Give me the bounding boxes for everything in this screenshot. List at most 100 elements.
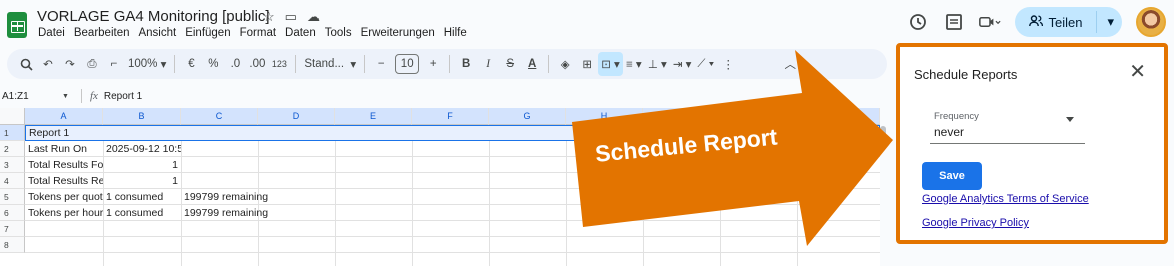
font-size-increase-button[interactable]: + <box>422 52 444 76</box>
cell-b6[interactable]: 1 consumed <box>103 205 181 221</box>
column-header-b[interactable]: B <box>103 108 181 125</box>
menu-item-hilfe[interactable]: Hilfe <box>443 27 468 39</box>
number-format-button[interactable]: 123 <box>268 52 290 76</box>
column-header-a[interactable]: A <box>25 108 103 125</box>
column-header-e[interactable]: E <box>335 108 412 125</box>
row-header-7[interactable]: 7 <box>0 221 25 237</box>
vertical-align-icon[interactable]: ⊥ ▾ <box>645 52 670 76</box>
frequency-label: Frequency <box>934 111 979 122</box>
table-row[interactable] <box>25 237 880 253</box>
row-header-5[interactable]: 5 <box>0 189 25 205</box>
horizontal-align-icon[interactable]: ≡ ▾ <box>623 52 645 76</box>
cell-a5[interactable]: Tokens per quot <box>25 189 103 205</box>
strikethrough-button[interactable]: S <box>499 52 521 76</box>
ga-terms-link[interactable]: Google Analytics Terms of Service <box>922 193 1089 205</box>
menu-item-bearbeiten[interactable]: Bearbeiten <box>73 27 131 39</box>
font-family-value: Stand... <box>304 58 345 70</box>
table-row[interactable] <box>25 221 880 237</box>
top-right-actions: Teilen ▾ <box>907 7 1166 37</box>
row-header-4[interactable]: 4 <box>0 173 25 189</box>
close-icon[interactable]: ✕ <box>1129 62 1146 82</box>
formula-input[interactable]: Report 1 <box>104 91 142 102</box>
move-folder-icon[interactable]: ▭ <box>285 9 297 25</box>
menu-item-daten[interactable]: Daten <box>284 27 317 39</box>
search-menus-icon[interactable] <box>15 52 37 76</box>
select-all-corner[interactable] <box>0 108 25 125</box>
formula-divider <box>80 89 82 103</box>
chevron-down-icon[interactable] <box>1066 117 1074 122</box>
row-header-3[interactable]: 3 <box>0 157 25 173</box>
cell-a4[interactable]: Total Results Re <box>25 173 103 189</box>
text-color-button[interactable]: A <box>521 52 543 76</box>
italic-button[interactable]: I <box>477 52 499 76</box>
font-size-decrease-button[interactable]: − <box>370 52 392 76</box>
cell-a1[interactable]: Report 1 <box>26 125 226 141</box>
comments-icon[interactable] <box>943 11 965 33</box>
cell-c5[interactable]: 199799 remaining <box>181 189 291 205</box>
currency-format-button[interactable]: € <box>180 52 202 76</box>
menu-item-einfuegen[interactable]: Einfügen <box>184 27 231 39</box>
decrease-decimals-button[interactable]: .0 <box>224 52 246 76</box>
cell-a2[interactable]: Last Run On <box>25 141 103 157</box>
fill-color-icon[interactable]: ◈ <box>554 52 576 76</box>
print-icon[interactable]: ⎙ <box>81 52 103 76</box>
cell-b4[interactable]: 1 <box>103 173 181 189</box>
toolbar: ↶ ↷ ⎙ ⌐ 100% ▾ € % .0 .00 123 Stand... ▾… <box>7 49 887 79</box>
text-wrapping-icon[interactable]: ⇥ ▾ <box>670 52 695 76</box>
column-header-h[interactable]: H <box>566 108 643 125</box>
menu-item-datei[interactable]: Datei <box>37 27 66 39</box>
cell-c6[interactable]: 199799 remaining <box>181 205 291 221</box>
menu-item-format[interactable]: Format <box>239 27 277 39</box>
cell-b3[interactable]: 1 <box>103 157 181 173</box>
font-family-select[interactable]: Stand... ▾ <box>301 52 359 76</box>
column-header-c[interactable]: C <box>181 108 258 125</box>
menu-item-tools[interactable]: Tools <box>324 27 353 39</box>
font-size-input[interactable]: 10 <box>395 54 420 74</box>
avatar[interactable] <box>1136 7 1166 37</box>
bold-button[interactable]: B <box>455 52 477 76</box>
cell-a3[interactable]: Total Results Fo <box>25 157 103 173</box>
collapse-menus-icon[interactable]: ︿ <box>779 52 801 76</box>
schedule-reports-panel: Schedule Reports ✕ Frequency never Save … <box>896 43 1168 244</box>
menu-item-erweiterungen[interactable]: Erweiterungen <box>360 27 436 39</box>
document-title[interactable]: VORLAGE GA4 Monitoring [public] <box>37 8 270 25</box>
cell-b2[interactable]: 2025-09-12 10:5 <box>103 141 181 157</box>
more-options-icon[interactable]: ⋮ <box>717 52 739 76</box>
column-header-d[interactable]: D <box>258 108 335 125</box>
redo-icon[interactable]: ↷ <box>59 52 81 76</box>
save-button[interactable]: Save <box>922 162 982 190</box>
privacy-policy-link[interactable]: Google Privacy Policy <box>922 217 1029 229</box>
cloud-status-icon[interactable]: ☁ <box>307 9 320 25</box>
cell-a6[interactable]: Tokens per hour <box>25 205 103 221</box>
star-icon[interactable]: ☆ <box>263 9 275 25</box>
text-rotation-icon[interactable]: ⟋ ▾ <box>694 52 717 76</box>
menu-item-ansicht[interactable]: Ansicht <box>137 27 177 39</box>
row-header-2[interactable]: 2 <box>0 141 25 157</box>
people-icon <box>1028 14 1043 30</box>
frequency-select[interactable]: never <box>934 125 964 139</box>
function-icon: fx <box>89 90 98 102</box>
merge-cells-icon[interactable]: ⊡ ▾ <box>598 52 623 76</box>
meet-icon[interactable] <box>978 11 1001 33</box>
name-box[interactable]: A1:Z1 <box>0 91 62 102</box>
cell-b5[interactable]: 1 consumed <box>103 189 181 205</box>
row-header-1[interactable]: 1 <box>0 125 25 141</box>
frequency-underline <box>930 143 1085 144</box>
column-header-f[interactable]: F <box>412 108 489 125</box>
borders-icon[interactable]: ⊞ <box>576 52 598 76</box>
name-box-dropdown-icon[interactable]: ▼ <box>62 93 69 100</box>
zoom-select[interactable]: 100% ▾ <box>125 52 169 76</box>
sheets-logo-icon[interactable] <box>7 12 27 38</box>
undo-icon[interactable]: ↶ <box>37 52 59 76</box>
column-header-more[interactable] <box>643 108 880 125</box>
paint-format-icon[interactable]: ⌐ <box>103 52 125 76</box>
row-header-6[interactable]: 6 <box>0 205 25 221</box>
column-header-g[interactable]: G <box>489 108 566 125</box>
percent-format-button[interactable]: % <box>202 52 224 76</box>
history-icon[interactable] <box>907 11 929 33</box>
vertical-scrollbar[interactable] <box>880 126 886 146</box>
share-dropdown-icon[interactable]: ▾ <box>1107 14 1114 30</box>
increase-decimals-button[interactable]: .00 <box>246 52 268 76</box>
row-header-8[interactable]: 8 <box>0 237 25 253</box>
share-button[interactable]: Teilen ▾ <box>1014 7 1122 37</box>
